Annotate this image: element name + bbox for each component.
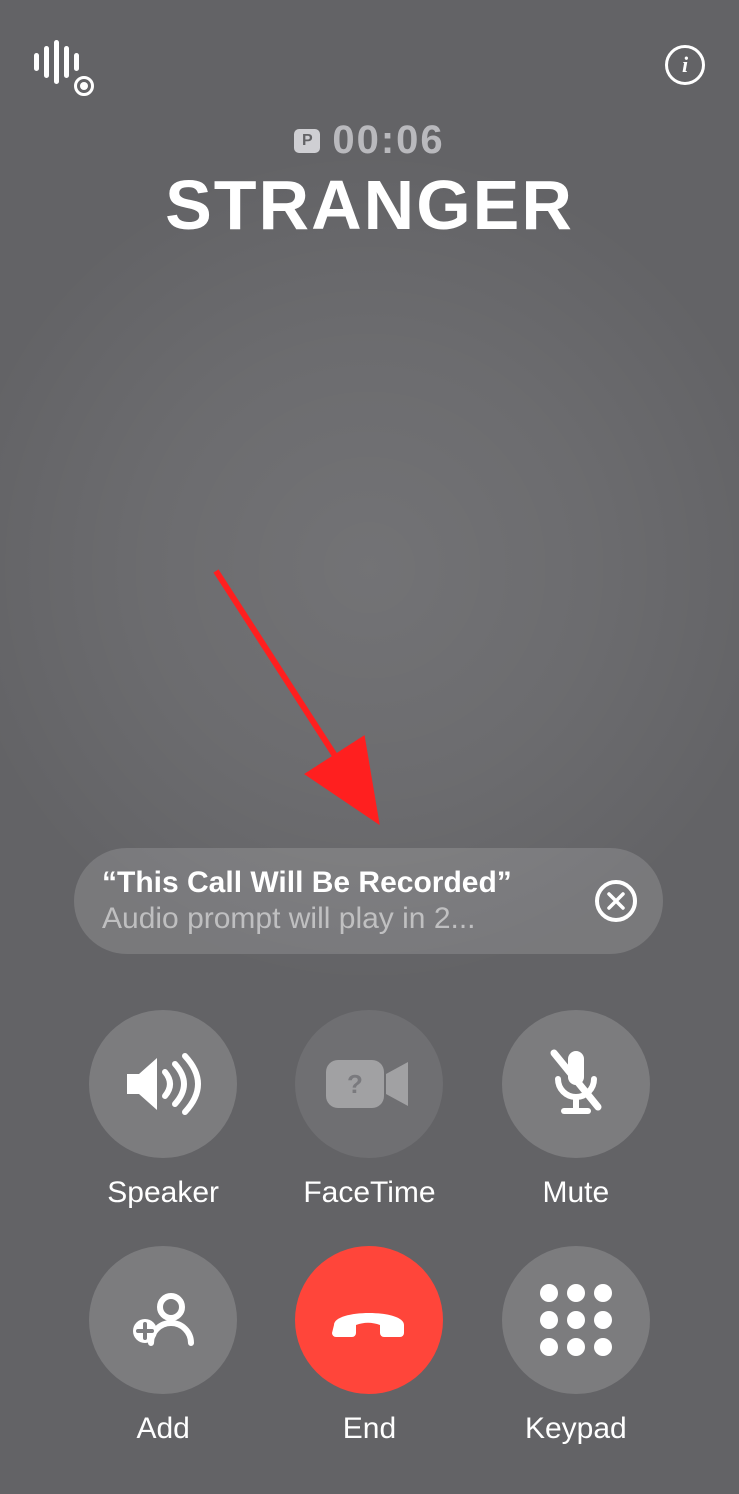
- end-label: End: [343, 1412, 396, 1446]
- speaker-button[interactable]: Speaker: [89, 1010, 237, 1210]
- add-person-icon: [89, 1246, 237, 1394]
- mute-label: Mute: [542, 1176, 609, 1210]
- recording-waveform-icon[interactable]: [34, 40, 86, 90]
- add-button[interactable]: Add: [89, 1246, 237, 1446]
- recording-notification-text: “This Call Will Be Recorded” Audio promp…: [102, 866, 579, 936]
- info-icon[interactable]: i: [665, 45, 705, 85]
- recording-notification-title: “This Call Will Be Recorded”: [102, 866, 579, 900]
- video-unknown-icon: ?: [295, 1010, 443, 1158]
- keypad-label: Keypad: [525, 1412, 627, 1446]
- speaker-label: Speaker: [107, 1176, 219, 1210]
- timer-badge: P: [294, 129, 320, 153]
- keypad-icon: [502, 1246, 650, 1394]
- keypad-button[interactable]: Keypad: [502, 1246, 650, 1446]
- speaker-icon: [89, 1010, 237, 1158]
- timer-row: P 00:06: [294, 118, 444, 163]
- call-timer: 00:06: [332, 118, 444, 163]
- mic-off-icon: [502, 1010, 650, 1158]
- add-label: Add: [136, 1412, 189, 1446]
- top-bar: i: [0, 40, 739, 90]
- svg-text:?: ?: [348, 1069, 364, 1099]
- facetime-button[interactable]: ? FaceTime: [295, 1010, 443, 1210]
- mute-button[interactable]: Mute: [502, 1010, 650, 1210]
- phone-down-icon: [295, 1246, 443, 1394]
- facetime-label: FaceTime: [303, 1176, 435, 1210]
- close-icon[interactable]: [595, 880, 637, 922]
- caller-name: STRANGER: [165, 165, 574, 245]
- call-header: P 00:06 STRANGER: [0, 118, 739, 245]
- recording-notification-subtitle: Audio prompt will play in 2...: [102, 902, 579, 936]
- call-buttons: Speaker ? FaceTime Mute: [0, 1010, 739, 1446]
- recording-notification: “This Call Will Be Recorded” Audio promp…: [74, 848, 663, 954]
- record-dot-icon: [74, 76, 94, 96]
- end-button[interactable]: End: [295, 1246, 443, 1446]
